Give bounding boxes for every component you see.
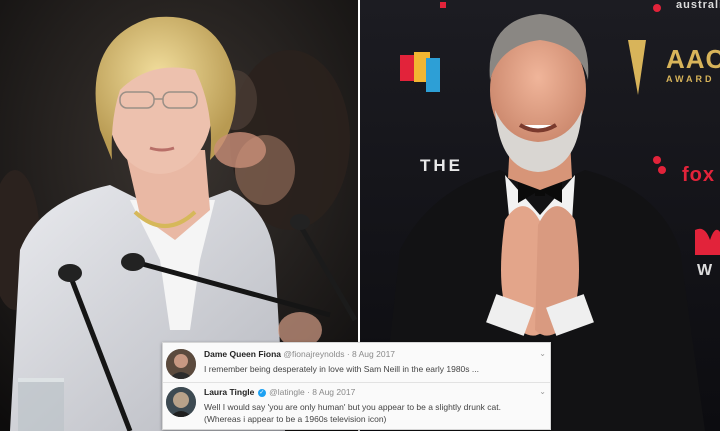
tweet-author-name[interactable]: Dame Queen Fiona — [204, 349, 281, 359]
tweet-item: Dame Queen Fiona @fionajreynolds · 8 Aug… — [163, 347, 550, 381]
verified-check-icon: ✓ — [257, 388, 266, 397]
tweet-divider — [163, 382, 550, 383]
chevron-down-icon[interactable]: ⌄ — [539, 387, 546, 396]
tweet-author-name[interactable]: Laura Tingle — [204, 387, 254, 397]
chevron-down-icon[interactable]: ⌄ — [539, 349, 546, 358]
tweet-thread-card: Dame Queen Fiona @fionajreynolds · 8 Aug… — [162, 342, 551, 430]
tweet-date[interactable]: · 8 Aug 2017 — [307, 387, 355, 397]
avatar[interactable] — [166, 387, 196, 417]
backdrop-australia-text: australi — [676, 0, 720, 11]
tweet-header: Laura Tingle ✓ @latingle · 8 Aug 2017 — [204, 387, 355, 397]
tweet-author-handle[interactable]: @fionajreynolds — [283, 349, 344, 359]
avatar[interactable] — [166, 349, 196, 379]
backdrop-aacta-text: AAC — [666, 44, 720, 74]
composite-image: THE AAC AWARD fox australi W Dame Queen … — [0, 0, 720, 431]
tweet-text: I remember being desperately in love wit… — [204, 364, 479, 374]
backdrop-the-text: THE — [420, 156, 463, 175]
avatar-image — [166, 387, 196, 417]
tweet-text: Well I would say 'you are only human' bu… — [204, 402, 501, 424]
tweet-item: Laura Tingle ✓ @latingle · 8 Aug 2017 ⌄ … — [163, 385, 550, 427]
backdrop-w-text: W — [697, 262, 714, 279]
tweet-date[interactable]: · 8 Aug 2017 — [347, 349, 395, 359]
backdrop-foxtel-text: fox — [682, 164, 715, 186]
avatar-image — [166, 349, 196, 379]
tweet-header: Dame Queen Fiona @fionajreynolds · 8 Aug… — [204, 349, 395, 359]
backdrop-awards-text: AWARD — [666, 74, 715, 84]
tweet-author-handle[interactable]: @latingle — [269, 387, 305, 397]
